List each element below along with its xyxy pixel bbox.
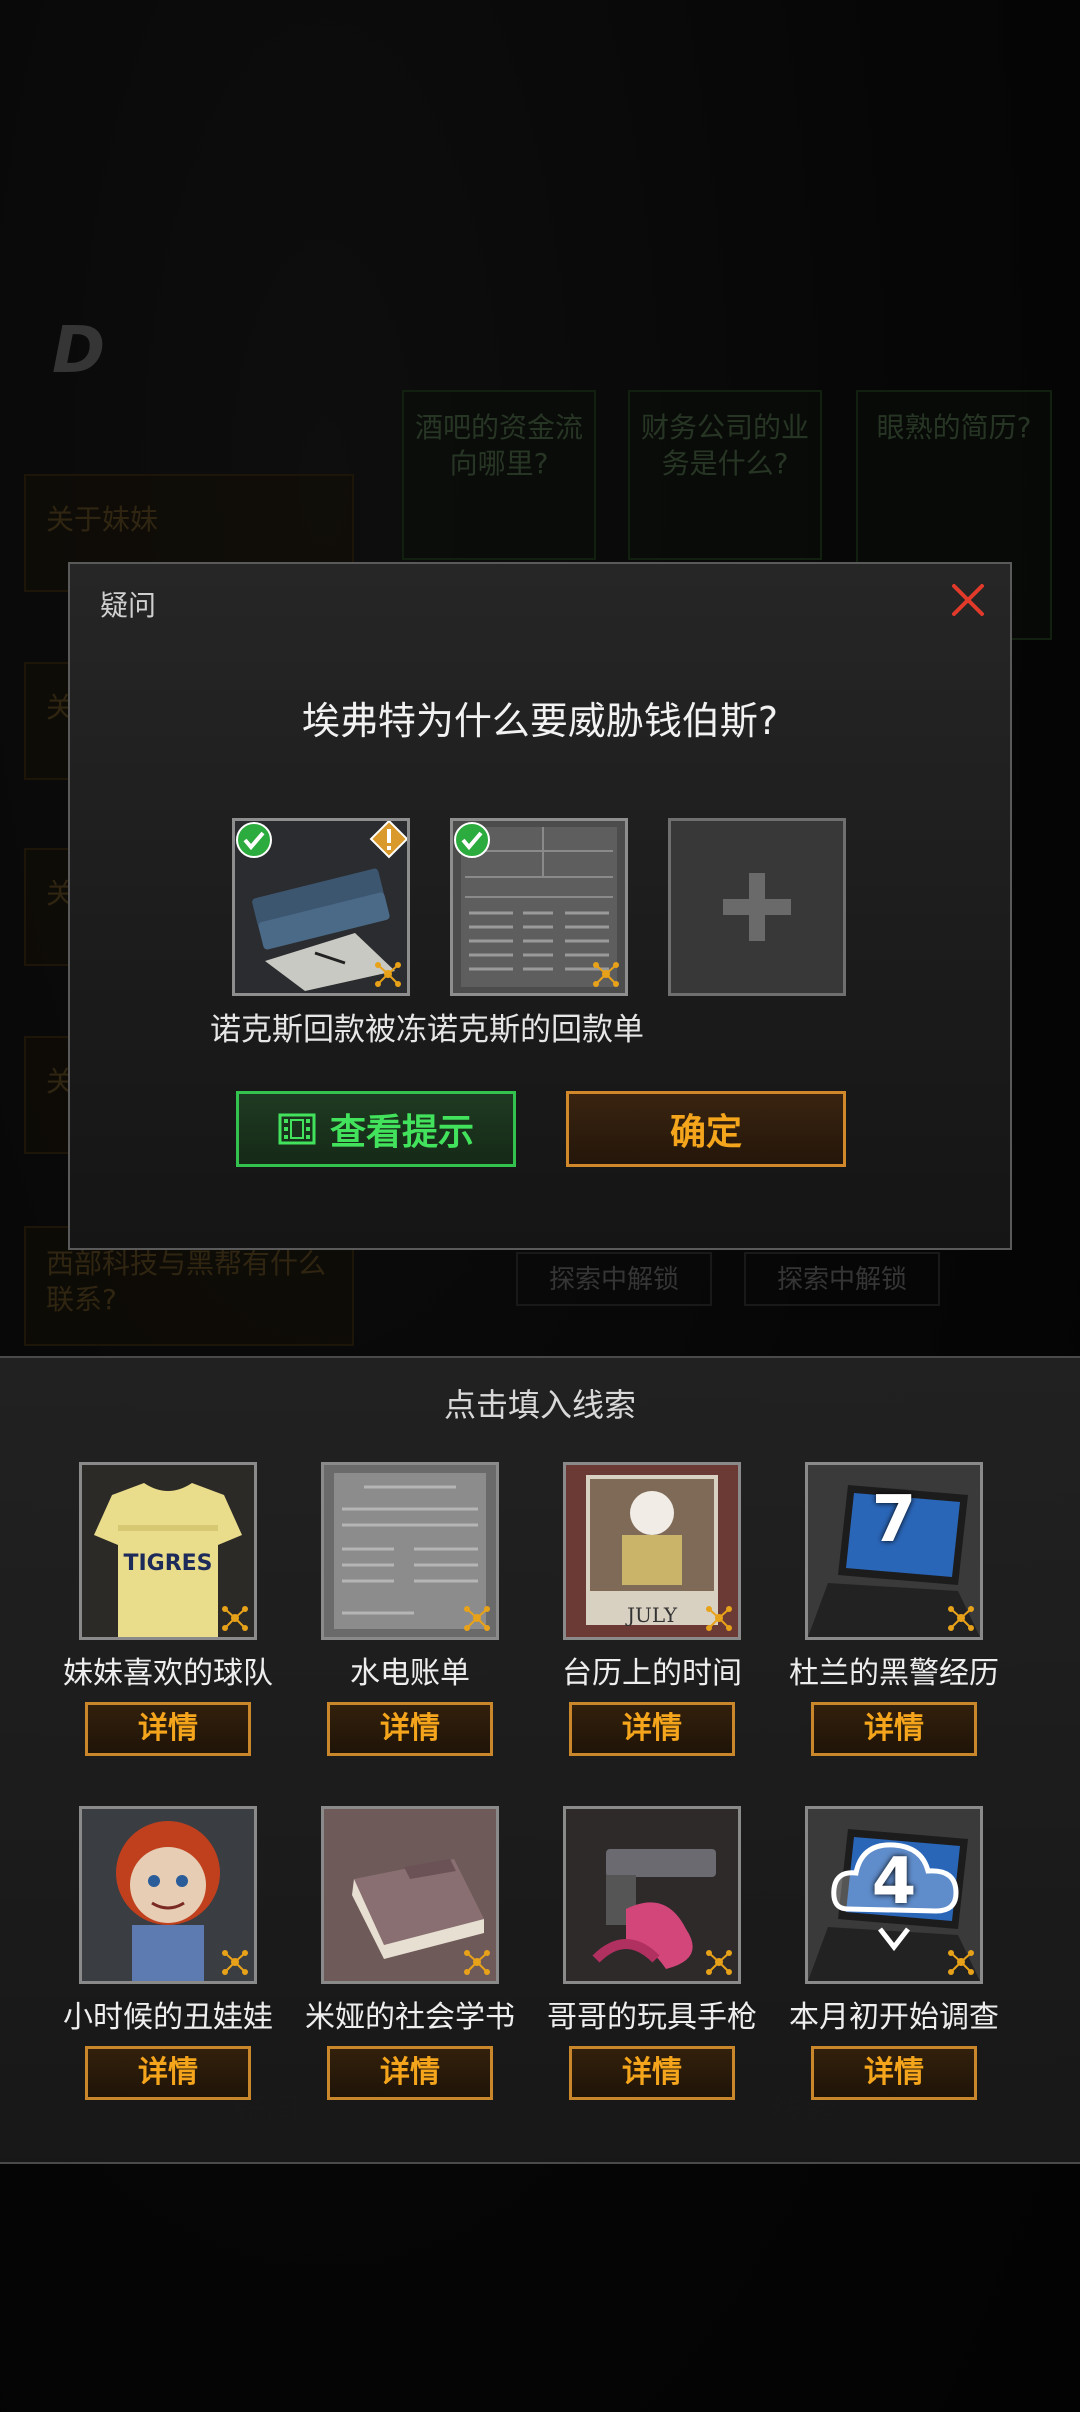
clue-card[interactable]: 小时候的丑娃娃 详情: [58, 1806, 278, 2136]
view-hint-button[interactable]: 查看提示: [236, 1091, 516, 1167]
empty-clue-slot[interactable]: [668, 818, 846, 996]
count-number: 4: [871, 1845, 917, 1919]
clue-card[interactable]: 4 本月初开始调查 详情: [784, 1806, 1004, 2136]
plus-icon: [723, 873, 791, 941]
clue-node-icon: [222, 1950, 248, 1975]
view-hint-label: 查看提示: [329, 1112, 474, 1153]
panel-title: 点击填入线索: [443, 1386, 636, 1424]
clue-node-icon: [464, 1950, 490, 1975]
clue-label: 杜兰的黑警经历: [789, 1656, 999, 1691]
clue-card[interactable]: 哥哥的玩具手枪 详情: [542, 1806, 762, 2136]
film-icon: [278, 1113, 316, 1145]
close-icon[interactable]: [948, 580, 988, 620]
clue-label: 哥哥的玩具手枪: [547, 2000, 757, 2035]
details-button[interactable]: 详情: [569, 1702, 735, 1756]
clue-card[interactable]: 米娅的社会学书 详情: [300, 1806, 520, 2136]
details-button[interactable]: 详情: [85, 1702, 251, 1756]
clue-node-icon: [222, 1606, 248, 1631]
clue-slot-1[interactable]: [232, 818, 410, 996]
confirm-button[interactable]: 确定: [566, 1091, 846, 1167]
clue-node-icon: [375, 962, 401, 987]
clue-thumbnail[interactable]: 7: [805, 1462, 983, 1640]
count-number: 7: [871, 1483, 917, 1557]
clue-card[interactable]: 水电账单 详情: [300, 1462, 520, 1792]
details-button[interactable]: 详情: [85, 2046, 251, 2100]
question-text: 埃弗特为什么要威胁钱伯斯?: [301, 699, 779, 743]
details-button[interactable]: 详情: [811, 2046, 977, 2100]
clue-thumbnail[interactable]: [79, 1806, 257, 1984]
clue-label: 米娅的社会学书: [305, 2000, 515, 2035]
dialog-title: 疑问: [100, 589, 157, 622]
confirm-label: 确定: [669, 1112, 742, 1153]
clue-card[interactable]: 7 杜兰的黑警经历 详情: [784, 1462, 1004, 1792]
clue-node-icon: [464, 1606, 490, 1631]
clue-label: 妹妹喜欢的球队: [63, 1656, 273, 1691]
clue-thumbnail[interactable]: [321, 1806, 499, 1984]
clue-slot-2[interactable]: [450, 818, 628, 996]
clue-panel: 点击填入线索 TIGRES 妹妹喜欢的球队 详情 水电账单 详情 JULY 台历…: [0, 1356, 1080, 2164]
check-icon: [454, 822, 490, 858]
clue-thumbnail[interactable]: [563, 1806, 741, 1984]
clue-node-icon: [593, 962, 619, 987]
clue-node-icon: [948, 1606, 974, 1631]
clue-card[interactable]: JULY 台历上的时间 详情: [542, 1462, 762, 1792]
jersey-text: TIGRES: [123, 1551, 213, 1576]
clue-label: 小时候的丑娃娃: [63, 2000, 273, 2035]
alert-diamond-icon: [369, 821, 407, 859]
question-dialog: 疑问 埃弗特为什么要威胁钱伯斯? 诺克斯回款被冻诺克斯的回款单 查看提示 确定: [68, 562, 1012, 1250]
check-icon: [236, 822, 272, 858]
clue-node-icon: [706, 1606, 732, 1631]
clue-card[interactable]: TIGRES 妹妹喜欢的球队 详情: [58, 1462, 278, 1792]
clue-label: 台历上的时间: [562, 1656, 742, 1691]
slot-caption: 诺克斯回款被冻诺克斯的回款单: [210, 1012, 644, 1048]
clue-thumbnail[interactable]: JULY: [563, 1462, 741, 1640]
clue-node-icon: [948, 1950, 974, 1975]
details-button[interactable]: 详情: [569, 2046, 735, 2100]
details-button[interactable]: 详情: [327, 1702, 493, 1756]
clue-thumbnail[interactable]: [321, 1462, 499, 1640]
clue-label: 水电账单: [350, 1656, 470, 1691]
clue-thumbnail[interactable]: TIGRES: [79, 1462, 257, 1640]
clue-node-icon: [706, 1950, 732, 1975]
details-button[interactable]: 详情: [327, 2046, 493, 2100]
details-button[interactable]: 详情: [811, 1702, 977, 1756]
clue-label: 本月初开始调查: [789, 2000, 999, 2035]
clue-thumbnail[interactable]: 4: [805, 1806, 983, 1984]
